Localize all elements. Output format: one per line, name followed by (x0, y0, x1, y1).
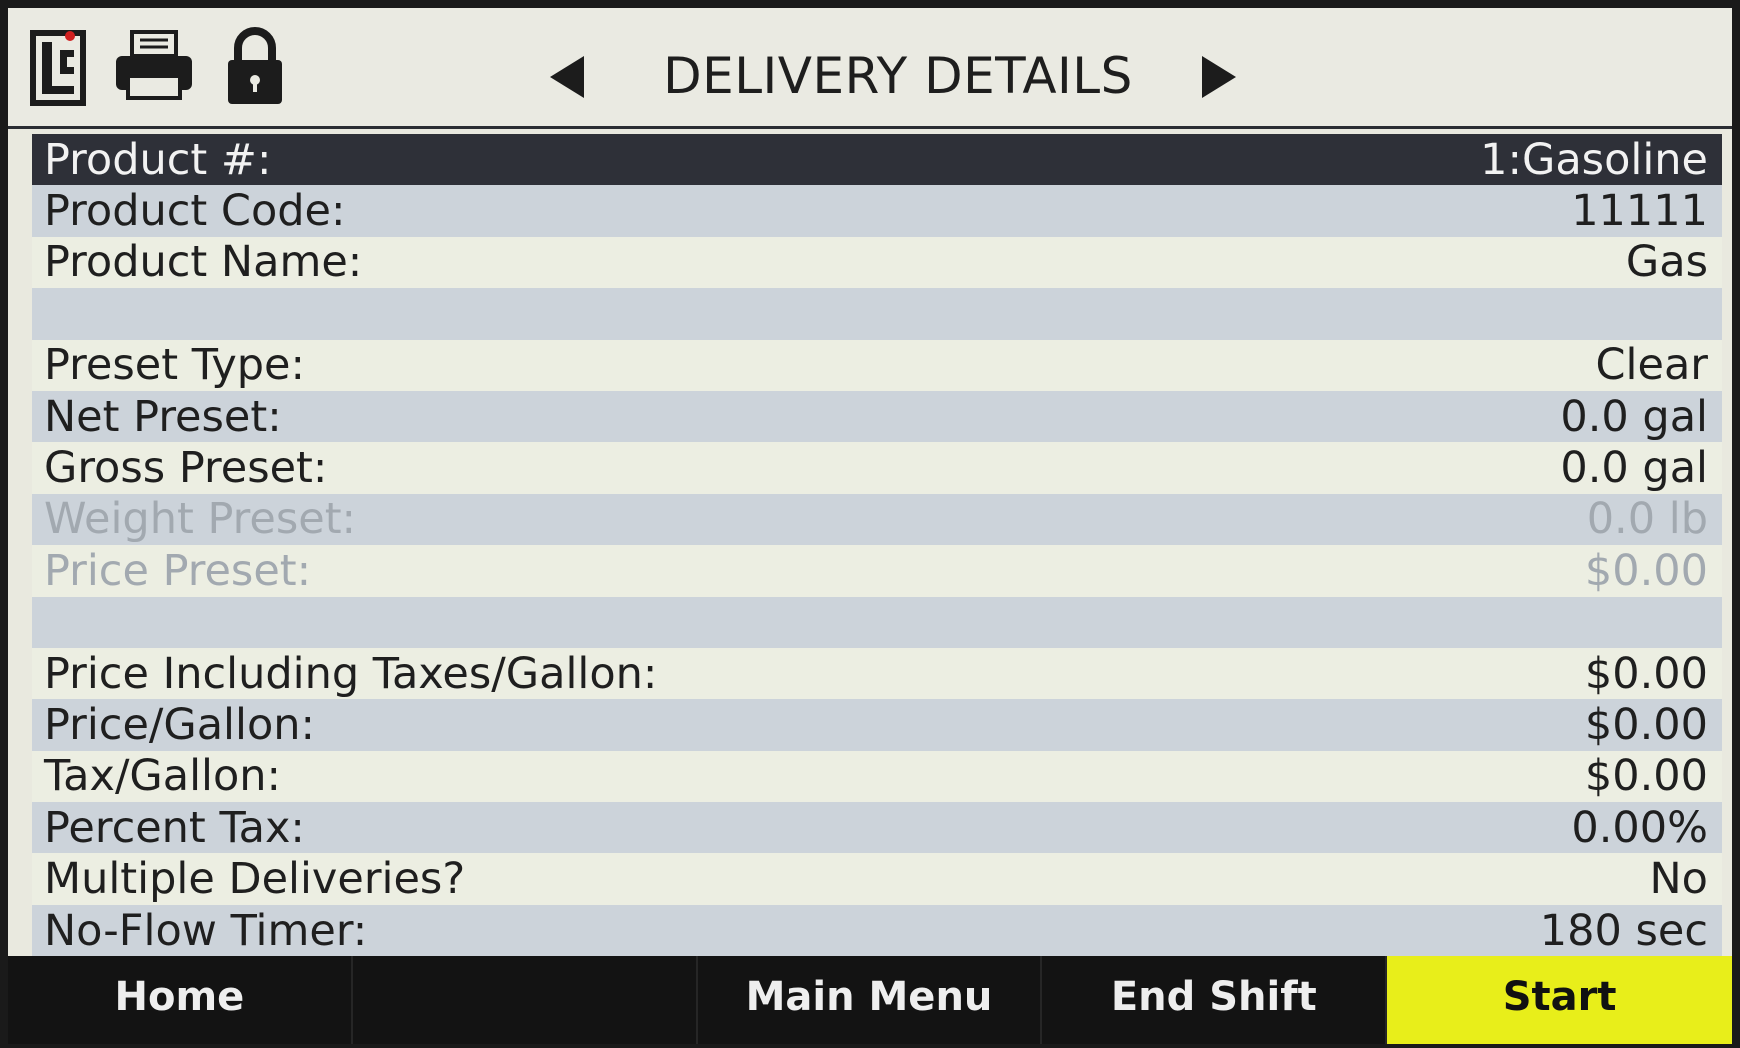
row-label: Percent Tax: (44, 802, 305, 853)
row-spacer (32, 596, 1722, 648)
home-button[interactable]: Home (8, 956, 353, 1044)
row-price-including-taxes[interactable]: Price Including Taxes/Gallon: $0.00 (32, 647, 1722, 700)
main-menu-button-label: Main Menu (745, 974, 993, 1020)
row-label: Product #: (44, 134, 272, 185)
row-value: 0.0 gal (1560, 391, 1708, 442)
row-value: $0.00 (1584, 751, 1708, 802)
empty-softkey (353, 956, 698, 1044)
row-label: Product Name: (44, 237, 363, 288)
row-label: Multiple Deliveries? (44, 854, 466, 905)
row-percent-tax[interactable]: Percent Tax: 0.00% (32, 802, 1722, 854)
row-value: $0.00 (1584, 545, 1708, 596)
start-button-label: Start (1502, 974, 1617, 1020)
row-tax-per-gallon[interactable]: Tax/Gallon: $0.00 (32, 750, 1722, 803)
header-bar: DELIVERY DETAILS (1/4) (8, 8, 1732, 185)
row-value: 0.00% (1571, 802, 1708, 853)
row-label: Price Preset: (44, 545, 312, 596)
delivery-details-list: Product #: 1:Gasoline Product Code: 1111… (32, 134, 1722, 957)
row-value: Clear (1595, 340, 1708, 391)
end-shift-button-label: End Shift (1110, 974, 1317, 1020)
main-menu-button[interactable]: Main Menu (698, 956, 1043, 1044)
row-value: $0.00 (1584, 648, 1708, 699)
arrow-left-icon[interactable] (548, 54, 588, 100)
row-label: Preset Type: (44, 340, 306, 391)
row-price-per-gallon[interactable]: Price/Gallon: $0.00 (32, 699, 1722, 751)
row-value: Gas (1625, 237, 1708, 288)
row-value: 11111 (1571, 186, 1708, 237)
row-label: No-Flow Timer: (44, 905, 368, 956)
row-net-preset[interactable]: Net Preset: 0.0 gal (32, 390, 1722, 443)
lock-icon[interactable] (226, 24, 284, 106)
row-preset-type[interactable]: Preset Type: Clear (32, 339, 1722, 391)
page-title: DELIVERY DETAILS (1/4) (663, 47, 1133, 185)
row-value: 1:Gasoline (1480, 134, 1708, 185)
row-label: Tax/Gallon: (44, 751, 282, 802)
end-shift-button[interactable]: End Shift (1042, 956, 1388, 1044)
row-label: Price Including Taxes/Gallon: (44, 648, 658, 699)
row-value: 180 sec (1539, 905, 1708, 956)
screen: DELIVERY DETAILS (1/4) Product #: 1:Gaso… (8, 8, 1732, 1044)
row-label: Price/Gallon: (44, 699, 315, 750)
row-weight-preset: Weight Preset: 0.0 lb (32, 493, 1722, 546)
row-product-number[interactable]: Product #: 1:Gasoline (32, 134, 1722, 186)
start-button[interactable]: Start (1387, 956, 1732, 1044)
arrow-right-icon[interactable] (1198, 54, 1238, 100)
row-label: Weight Preset: (44, 494, 357, 545)
row-no-flow-timer[interactable]: No-Flow Timer: 180 sec (32, 904, 1722, 957)
printer-icon[interactable] (114, 30, 194, 102)
row-value: 0.0 gal (1560, 443, 1708, 494)
row-gross-preset[interactable]: Gross Preset: 0.0 gal (32, 442, 1722, 494)
row-label: Gross Preset: (44, 443, 328, 494)
row-multiple-deliveries[interactable]: Multiple Deliveries? No (32, 853, 1722, 905)
row-value: $0.00 (1584, 699, 1708, 750)
home-button-label: Home (114, 974, 245, 1020)
row-label: Net Preset: (44, 391, 282, 442)
lc-logo (30, 30, 86, 106)
row-product-name[interactable]: Product Name: Gas (32, 236, 1722, 289)
row-value: 0.0 lb (1586, 494, 1708, 545)
row-spacer (32, 288, 1722, 340)
row-label: Product Code: (44, 186, 346, 237)
row-product-code[interactable]: Product Code: 11111 (32, 185, 1722, 237)
row-value: No (1649, 854, 1708, 905)
row-price-preset: Price Preset: $0.00 (32, 545, 1722, 597)
footer-softkeys: Home Main Menu End Shift Start (8, 956, 1732, 1044)
